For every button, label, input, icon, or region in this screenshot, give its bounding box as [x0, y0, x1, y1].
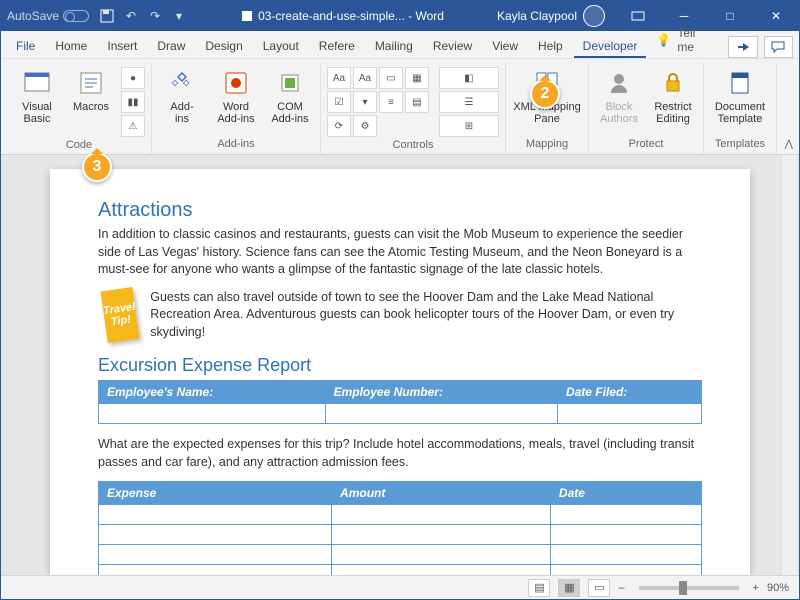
group-controls-button[interactable]: ⊞ [439, 115, 499, 137]
design-mode-button[interactable]: ◧ [439, 67, 499, 89]
block-authors-button[interactable]: Block Authors [595, 67, 643, 125]
rich-text-control-button[interactable]: Aa [327, 67, 351, 89]
menu-insert[interactable]: Insert [98, 34, 146, 58]
record-macro-button[interactable]: ● [121, 67, 145, 89]
callout-2: 2 [530, 79, 560, 109]
employee-table[interactable]: Employee's Name:Employee Number:Date Fil… [98, 380, 702, 424]
window-title: 03-create-and-use-simple... - Word [187, 9, 497, 23]
menu-design[interactable]: Design [196, 34, 251, 58]
paragraph: What are the expected expenses for this … [98, 436, 702, 471]
vertical-scrollbar[interactable] [781, 155, 797, 575]
comments-button[interactable] [764, 36, 793, 58]
menu-view[interactable]: View [483, 34, 527, 58]
building-block-control-button[interactable]: ▦ [405, 67, 429, 89]
zoom-out-button[interactable]: – [618, 582, 624, 594]
zoom-level[interactable]: 90% [767, 582, 789, 594]
menu-developer[interactable]: Developer [574, 34, 647, 58]
legacy-tools-button[interactable]: ⚙ [353, 115, 377, 137]
menu-mailings[interactable]: Mailing [366, 34, 422, 58]
ribbon: Visual Basic Macros ● ▮▮ ⚠ Code Add- ins… [1, 59, 799, 155]
zoom-slider[interactable] [639, 586, 739, 590]
menu-layout[interactable]: Layout [254, 34, 308, 58]
com-addins-button[interactable]: COM Add-ins [266, 67, 314, 125]
lightbulb-icon: 💡 [656, 33, 671, 47]
collapse-ribbon-icon[interactable]: ⋀ [785, 139, 793, 150]
document-template-button[interactable]: Document Template [710, 67, 770, 125]
tell-me-search[interactable]: 💡 Tell me [648, 22, 722, 58]
dropdown-control-button[interactable]: ≡ [379, 91, 403, 113]
group-label-addins: Add-ins [217, 136, 254, 154]
close-button[interactable]: ✕ [753, 1, 799, 31]
group-label-mapping: Mapping [526, 136, 568, 154]
addins-button[interactable]: Add- ins [158, 67, 206, 125]
picture-control-button[interactable]: ▭ [379, 67, 403, 89]
undo-icon[interactable]: ↶ [123, 8, 139, 24]
zoom-in-button[interactable]: + [753, 582, 759, 594]
user-account[interactable]: Kayla Claypool [497, 5, 605, 27]
travel-tip-sticky: Travel Tip! [101, 287, 140, 343]
page[interactable]: Attractions In addition to classic casin… [50, 169, 750, 575]
share-button[interactable] [728, 36, 757, 58]
repeating-control-button[interactable]: ⟳ [327, 115, 351, 137]
heading-attractions: Attractions [98, 199, 702, 222]
qat-dropdown-icon[interactable]: ▾ [171, 8, 187, 24]
menu-references[interactable]: Refere [310, 34, 364, 58]
pause-macro-button[interactable]: ▮▮ [121, 91, 145, 113]
menu-file[interactable]: File [7, 34, 44, 58]
group-label-protect: Protect [629, 136, 664, 154]
checkbox-control-button[interactable]: ☑ [327, 91, 351, 113]
heading-expense: Excursion Expense Report [98, 355, 702, 376]
toggle-icon [63, 10, 89, 22]
print-layout-button[interactable]: ▦ [558, 579, 580, 597]
avatar [583, 5, 605, 27]
plain-text-control-button[interactable]: Aa [353, 67, 377, 89]
statusbar: ▤ ▦ ▭ – + 90% [1, 575, 799, 599]
menu-home[interactable]: Home [46, 34, 96, 58]
tip-paragraph: Guests can also travel outside of town t… [150, 289, 702, 342]
read-mode-button[interactable]: ▤ [528, 579, 550, 597]
date-control-button[interactable]: ▤ [405, 91, 429, 113]
redo-icon[interactable]: ↷ [147, 8, 163, 24]
web-layout-button[interactable]: ▭ [588, 579, 610, 597]
save-icon[interactable] [99, 8, 115, 24]
menu-draw[interactable]: Draw [148, 34, 194, 58]
group-label-code: Code [66, 137, 92, 155]
properties-button[interactable]: ☰ [439, 91, 499, 113]
menu-review[interactable]: Review [424, 34, 481, 58]
document-area: Attractions In addition to classic casin… [1, 155, 799, 575]
visual-basic-button[interactable]: Visual Basic [13, 67, 61, 125]
paragraph: In addition to classic casinos and resta… [98, 226, 702, 279]
expense-table[interactable]: ExpenseAmountDate [98, 481, 702, 575]
combo-control-button[interactable]: ▾ [353, 91, 377, 113]
autosave-toggle[interactable]: AutoSave [1, 9, 89, 23]
callout-3: 3 [82, 152, 112, 182]
word-addins-button[interactable]: Word Add-ins [212, 67, 260, 125]
macros-button[interactable]: Macros [67, 67, 115, 113]
macro-security-button[interactable]: ⚠ [121, 115, 145, 137]
group-label-controls: Controls [393, 137, 434, 155]
group-label-templates: Templates [715, 136, 765, 154]
menubar: File Home Insert Draw Design Layout Refe… [1, 31, 799, 59]
restrict-editing-button[interactable]: Restrict Editing [649, 67, 697, 125]
menu-help[interactable]: Help [529, 34, 572, 58]
word-icon [240, 9, 254, 23]
